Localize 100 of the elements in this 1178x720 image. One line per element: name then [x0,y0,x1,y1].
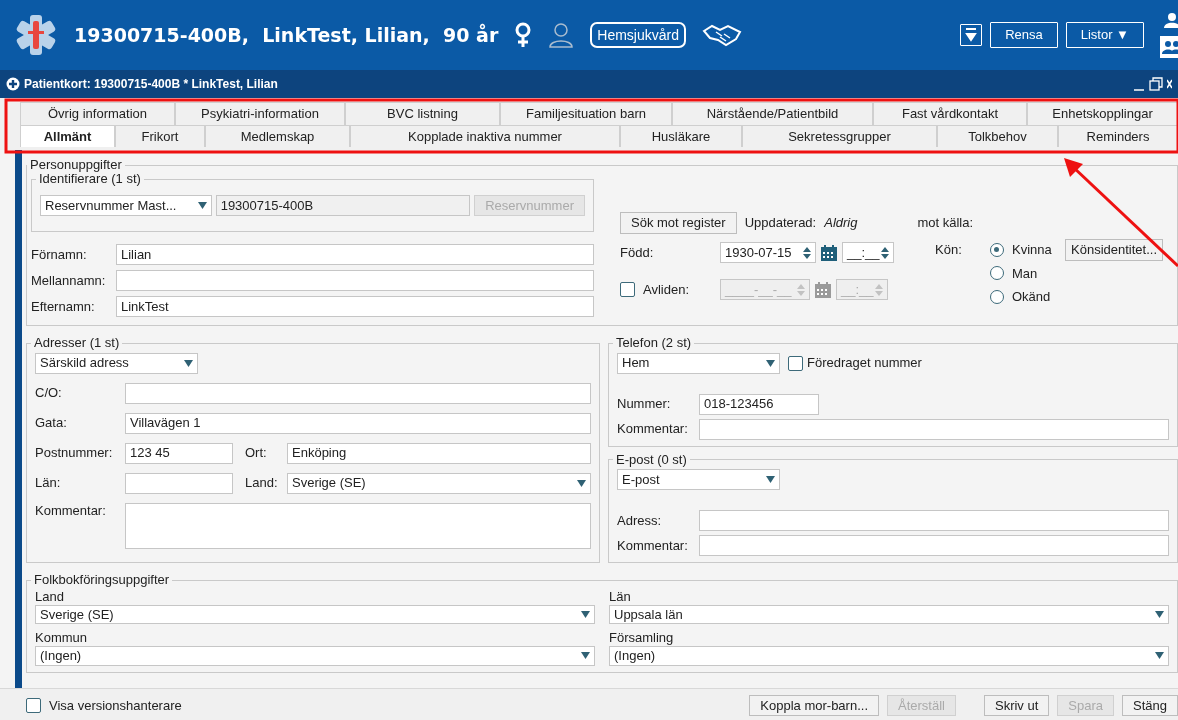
tab[interactable]: Medlemskap [205,124,350,148]
footer-button[interactable]: Skriv ut [983,694,1050,717]
group-title: Personuppgifter [29,158,123,173]
close-icon[interactable] [1167,77,1172,91]
tab[interactable]: Kopplade inaktiva nummer [350,124,620,148]
field-label: Kommentar: [617,537,689,554]
tab[interactable]: Husläkare [620,124,742,148]
tab[interactable]: Närstående/Patientbild [672,102,873,125]
input-field[interactable]: 19300715-400B [215,195,471,217]
spinner-icon [875,282,883,297]
users-icon[interactable] [1160,36,1178,58]
input-field[interactable] [125,382,591,404]
time-field[interactable]: __:__ [842,242,894,264]
window-title: Patientkort: 19300715-400B * LinkTest, Lilian [24,76,278,92]
field-label: Född: [620,244,655,261]
tab[interactable]: Familjesituation barn [500,102,672,125]
field-label: Visa versionshanterare [49,697,182,714]
user-icon[interactable] [1164,12,1178,28]
input-field[interactable]: Villavägen 1 [125,412,591,434]
calendar-icon [820,243,838,262]
input-field[interactable]: Enköping [287,442,591,464]
dropdown[interactable]: Sverige (SE) [35,604,595,625]
dropdown[interactable]: Hem [617,352,780,374]
field-label: Län [609,589,632,605]
tab[interactable]: Psykiatri-information [175,102,345,125]
group-title: Folkbokföringsuppgifter [33,572,171,588]
group-title: E-post (0 st) [615,452,688,467]
field-label: Gata: [35,415,68,431]
group-title: Telefon (2 st) [615,336,693,351]
input-field[interactable] [125,472,233,494]
field-label: Okänd [1012,289,1051,305]
tab[interactable]: Fast vårdkontakt [873,102,1027,125]
group-title: Identifierare (1 st) [39,172,142,187]
field-label: Uppdaterad: [744,215,817,232]
input-field[interactable]: LinkTest [116,296,594,318]
checkbox[interactable] [26,698,41,714]
calendar-icon [814,280,832,299]
radio-button[interactable] [990,266,1004,281]
checkbox[interactable] [620,282,635,298]
tab[interactable]: Frikort [115,124,205,148]
header-button[interactable]: Rensa [990,22,1058,48]
radio-button[interactable] [990,290,1004,305]
field-label: Förnamn: [31,247,88,263]
tab[interactable]: Tolkbehov [937,124,1058,148]
input-field[interactable]: 018-123456 [699,393,819,415]
dropdown[interactable]: Sverige (SE) [287,472,591,494]
footer-button[interactable]: Koppla mor-barn... [749,694,879,717]
dropdown[interactable]: (Ingen) [35,646,595,666]
input-field[interactable] [699,534,1169,556]
field-label: Efternamn: [31,299,96,315]
field-label: Nummer: [617,396,672,412]
field-label: Församling [609,630,675,647]
search-register-button[interactable]: Sök mot register [620,212,737,235]
dropdown[interactable]: (Ingen) [609,646,1169,666]
updated-value: Aldrig [824,215,858,232]
radio-button[interactable] [990,242,1004,257]
field-label: Kommun [35,630,89,647]
checkbox[interactable] [788,355,803,371]
gender-identity-button[interactable]: Könsidentitet... [1065,239,1163,261]
care-type-button[interactable]: Hemsjukvård [590,21,686,49]
star-of-life-logo [14,13,58,57]
dropdown[interactable]: E-post [617,468,780,490]
tab[interactable]: Övrig information [20,102,175,125]
input-field[interactable] [699,418,1169,440]
caret-icon [581,611,590,619]
caret-icon [577,479,586,487]
field-label: Län: [35,475,62,491]
date-field[interactable]: 1930-07-15 [720,242,816,264]
tab[interactable]: Enhetskopplingar [1027,102,1178,125]
dropdown[interactable]: Uppsala län [609,604,1169,625]
field-label: Postnummer: [35,445,114,461]
dropdown[interactable]: Särskild adress [35,352,198,374]
dropdown-icon [965,28,978,42]
field-label: Man [1012,265,1038,282]
tab[interactable]: Sekretessgrupper [742,124,937,148]
footer-button[interactable]: Stäng [1122,694,1178,717]
field-label: Kommentar: [35,502,107,520]
tab[interactable]: BVC listning [345,102,500,125]
header-button[interactable]: Listor ▼ [1065,22,1144,48]
tab[interactable]: Reminders [1058,124,1178,148]
dropdown-button[interactable] [960,24,983,46]
input-field[interactable]: 123 45 [125,442,233,464]
field-label: Ort: [245,445,268,461]
input-field[interactable]: Lilian [116,244,594,266]
field-label: Kön: [935,242,963,260]
patient-title: 19300715-400B, LinkTest, Lilian, 90 år [74,23,499,47]
input-field[interactable] [125,502,591,549]
input-field[interactable] [699,509,1169,531]
caret-icon [766,475,775,483]
field-label: Mellannamn: [31,273,107,289]
input-field[interactable] [116,270,594,292]
handshake-icon [701,23,742,47]
caret-icon [766,359,775,367]
female-icon [514,22,533,48]
tab[interactable]: Allmänt [20,124,115,148]
caret-icon [1155,652,1164,660]
restore-icon[interactable] [1149,77,1163,91]
dropdown[interactable]: Reservnummer Mast... [40,195,212,217]
field-label: C/O: [35,385,63,401]
field-label: Adress: [617,512,663,529]
